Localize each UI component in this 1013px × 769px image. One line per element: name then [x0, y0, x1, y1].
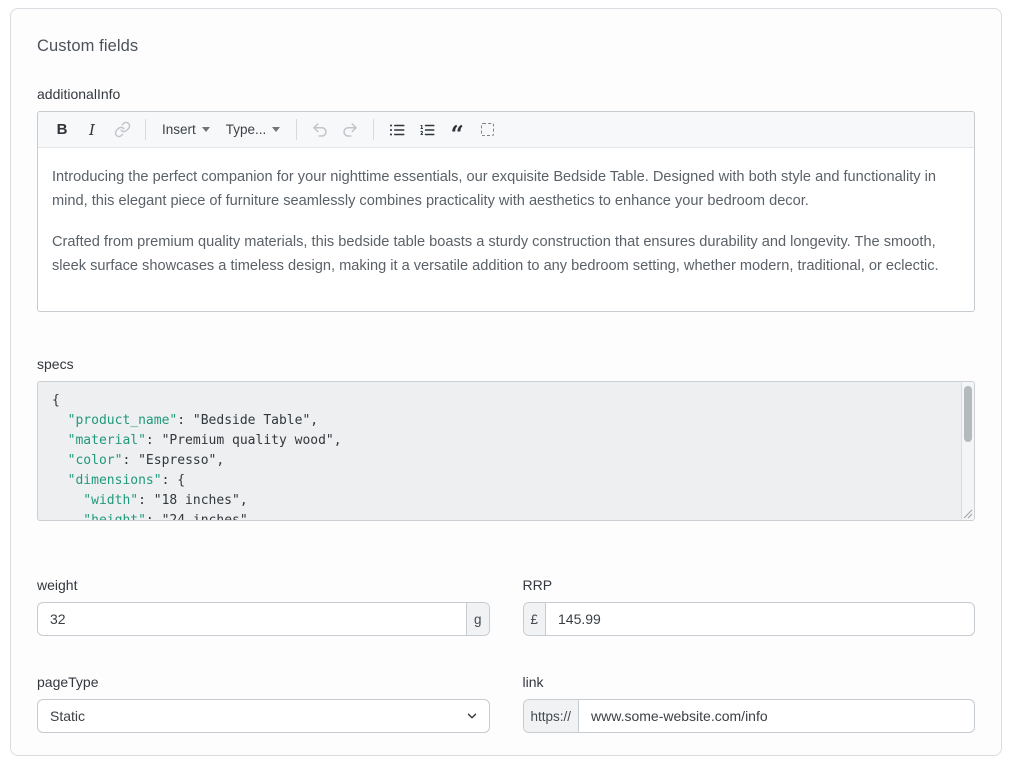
insert-dropdown[interactable]: Insert — [155, 116, 217, 144]
page-type-col: pageType Static — [37, 674, 490, 733]
editor-paragraph: Crafted from premium quality materials, … — [52, 230, 960, 278]
code-block-button[interactable] — [473, 116, 501, 144]
dashed-box-icon — [481, 123, 494, 136]
undo-button[interactable] — [306, 116, 334, 144]
rrp-input[interactable] — [546, 603, 974, 635]
specs-code-line: "width": "18 inches", — [52, 491, 960, 511]
page-type-select-wrap: Static — [37, 699, 490, 733]
link-col: link https:// — [523, 674, 976, 733]
specs-code-line: "color": "Espresso", — [52, 451, 960, 471]
specs-label: specs — [37, 356, 975, 372]
rrp-col: RRP £ — [523, 577, 976, 636]
page-type-select[interactable]: Static — [37, 699, 490, 733]
toolbar-divider — [145, 119, 146, 140]
rrp-label: RRP — [523, 577, 976, 593]
editor-toolbar: B I Insert Type... — [38, 112, 974, 148]
chevron-down-icon — [272, 127, 280, 132]
toolbar-divider — [296, 119, 297, 140]
undo-icon — [311, 121, 329, 139]
numbered-list-icon — [418, 121, 436, 139]
type-dropdown-label: Type... — [226, 122, 267, 137]
specs-scrollbar[interactable] — [961, 382, 974, 520]
specs-textarea[interactable]: { "product_name": "Bedside Table", "mate… — [37, 381, 975, 521]
scrollbar-thumb[interactable] — [964, 386, 972, 442]
link-input-group: https:// — [523, 699, 976, 733]
redo-button[interactable] — [336, 116, 364, 144]
rrp-currency-addon: £ — [524, 603, 547, 635]
rich-text-editor: B I Insert Type... — [37, 111, 975, 312]
editor-content[interactable]: Introducing the perfect companion for yo… — [38, 148, 974, 311]
weight-input-group: g — [37, 602, 490, 636]
numbered-list-button[interactable] — [413, 116, 441, 144]
bullet-list-icon — [388, 121, 406, 139]
specs-code-line: "height": "24 inches", — [52, 511, 960, 521]
link-protocol-addon: https:// — [524, 700, 580, 732]
redo-icon — [341, 121, 359, 139]
specs-code-line: "material": "Premium quality wood", — [52, 431, 960, 451]
insert-dropdown-label: Insert — [162, 122, 196, 137]
weight-unit-addon: g — [466, 603, 489, 635]
page-type-label: pageType — [37, 674, 490, 690]
resize-grip-icon[interactable] — [961, 507, 973, 519]
link-label: link — [523, 674, 976, 690]
specs-code-line: "dimensions": { — [52, 471, 960, 491]
weight-input[interactable] — [38, 603, 466, 635]
specs-field: specs { "product_name": "Bedside Table",… — [37, 356, 975, 521]
chevron-down-icon — [202, 127, 210, 132]
blockquote-button[interactable]: “ — [443, 116, 471, 144]
bullet-list-button[interactable] — [383, 116, 411, 144]
weight-rrp-row: weight g RRP £ — [37, 577, 975, 636]
additional-info-label: additionalInfo — [37, 86, 975, 102]
pagetype-link-row: pageType Static link https:// — [37, 674, 975, 733]
type-dropdown[interactable]: Type... — [219, 116, 288, 144]
specs-code: { "product_name": "Bedside Table", "mate… — [38, 382, 974, 521]
specs-code-line: "product_name": "Bedside Table", — [52, 411, 960, 431]
link-input[interactable] — [579, 700, 974, 732]
italic-button[interactable]: I — [78, 116, 106, 144]
link-button[interactable] — [108, 116, 136, 144]
link-icon — [114, 121, 131, 138]
custom-fields-card: Custom fields additionalInfo B I Insert … — [10, 8, 1002, 756]
card-title: Custom fields — [37, 37, 975, 56]
toolbar-divider — [373, 119, 374, 140]
editor-paragraph: Introducing the perfect companion for yo… — [52, 165, 960, 213]
specs-code-line: { — [52, 391, 960, 411]
rrp-input-group: £ — [523, 602, 976, 636]
additional-info-field: additionalInfo B I Insert Type... — [37, 86, 975, 312]
weight-col: weight g — [37, 577, 490, 636]
bold-button[interactable]: B — [48, 116, 76, 144]
weight-label: weight — [37, 577, 490, 593]
blockquote-icon: “ — [451, 130, 464, 140]
